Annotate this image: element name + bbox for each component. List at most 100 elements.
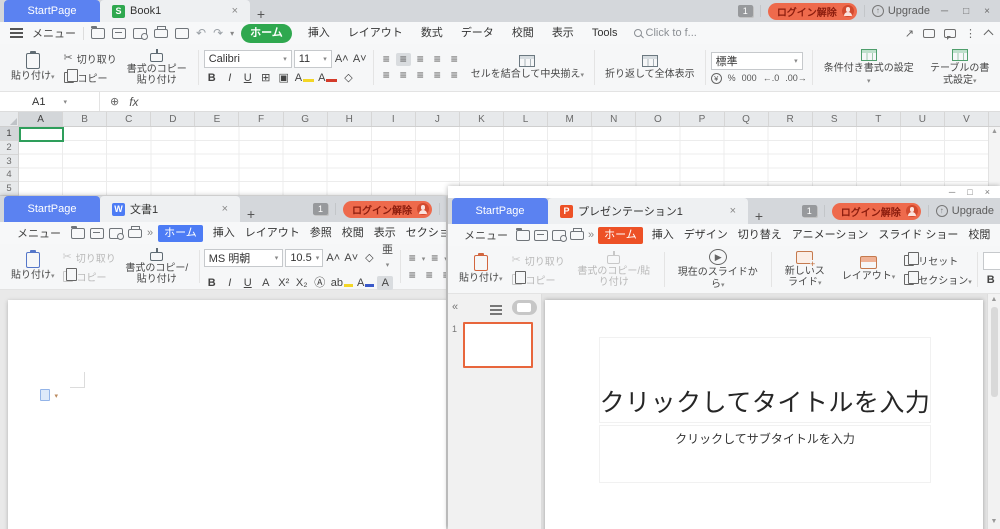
close-tab-icon[interactable]: × (208, 203, 228, 215)
column-header[interactable]: F (239, 112, 283, 126)
align-left-icon[interactable]: ≡ (405, 269, 420, 282)
title-placeholder-box[interactable]: クリックしてタイトルを入力 (599, 337, 931, 423)
section-button[interactable]: セクション▾ (904, 272, 972, 287)
superscript-button[interactable]: X² (276, 276, 292, 290)
tab-startpage[interactable]: StartPage (4, 0, 100, 22)
distribute-icon[interactable]: ≡ (447, 69, 462, 82)
ribbon-tab[interactable]: 表示 (369, 224, 401, 243)
play-from-current-button[interactable]: ▶現在のスライドから▾ (670, 248, 766, 291)
increase-decimal-icon[interactable]: .00→ (785, 73, 807, 83)
column-header[interactable]: M (548, 112, 592, 126)
tab-startpage[interactable]: StartPage (452, 198, 548, 224)
menu-icon[interactable] (10, 32, 23, 34)
notification-badge[interactable]: 1 (738, 5, 753, 17)
layout-button[interactable]: レイアウト▾ (837, 248, 901, 291)
ribbon-tab[interactable]: 参照 (305, 224, 337, 243)
tab-bunsho1[interactable]: W 文書1 × (100, 196, 240, 222)
percent-format-icon[interactable]: % (728, 73, 736, 83)
selected-cell-a1[interactable] (19, 127, 64, 142)
restore-button[interactable]: □ (959, 6, 973, 17)
numbered-list-icon[interactable]: ≡ (427, 252, 442, 265)
ribbon-tab[interactable]: 校閲 (337, 224, 369, 243)
column-header[interactable]: T (857, 112, 901, 126)
new-tab-button[interactable]: + (250, 6, 272, 22)
ribbon-tab[interactable]: 表示 (543, 24, 583, 43)
column-header[interactable]: G (284, 112, 328, 126)
bold-button[interactable]: B (983, 273, 999, 287)
ribbon-tab[interactable]: データ (452, 24, 503, 43)
logout-button[interactable]: ログイン解除 (343, 201, 432, 218)
cut-button[interactable]: ✂切り取り (63, 250, 116, 265)
align-right-icon[interactable]: ≡ (413, 69, 428, 82)
align-center-icon[interactable]: ≡ (396, 69, 411, 82)
font-color-button[interactable]: A (356, 276, 375, 290)
format-painter-button[interactable]: 書式のコピー/貼り付け (119, 246, 195, 287)
scrollbar-thumb[interactable] (991, 307, 998, 397)
ribbon-tab[interactable]: 挿入 (647, 226, 679, 245)
minimize-button[interactable]: ─ (937, 6, 952, 17)
open-icon[interactable] (91, 28, 105, 39)
column-header[interactable]: A (19, 112, 63, 126)
font-increase-button[interactable]: A˄ (334, 52, 350, 66)
new-tab-button[interactable]: + (240, 206, 262, 222)
subscript-button[interactable]: X₂ (294, 276, 310, 290)
print-preview-icon[interactable] (133, 28, 147, 39)
notification-badge[interactable]: 1 (313, 203, 328, 215)
tab-book1[interactable]: S Book1 × (100, 0, 250, 22)
slide-canvas[interactable]: クリックしてタイトルを入力 クリックしてサブタイトルを入力 (545, 300, 983, 529)
enclose-char-button[interactable]: Ⓐ (312, 276, 328, 290)
number-format-select[interactable]: 標準▾ (711, 52, 803, 70)
align-bottom-icon[interactable]: ≡ (413, 53, 428, 66)
ribbon-tab-home[interactable]: ホーム (241, 24, 292, 43)
share-icon[interactable]: ↗ (905, 27, 914, 40)
paste-options-icon[interactable] (40, 389, 50, 401)
menu-button[interactable]: メニュー (32, 25, 76, 41)
align-top-icon[interactable]: ≡ (379, 53, 394, 66)
ribbon-tab[interactable]: デザイン (679, 226, 733, 245)
upgrade-button[interactable]: ↑Upgrade (936, 205, 994, 217)
ribbon-tab[interactable]: 切り替え (733, 226, 787, 245)
copy-button[interactable]: コピー (63, 269, 116, 284)
save-icon[interactable] (112, 28, 126, 39)
indent-increase-icon[interactable]: ≡ (447, 53, 462, 66)
paste-button[interactable]: 貼り付け▾ (6, 246, 60, 287)
print-preview-icon[interactable] (109, 228, 123, 239)
char-shading-button[interactable]: A (377, 276, 393, 290)
slide-canvas-area[interactable]: クリックしてタイトルを入力 クリックしてサブタイトルを入力 ▲ ▼ (542, 294, 1000, 529)
redo-icon[interactable]: ↷ (213, 26, 223, 40)
italic-button[interactable]: I (222, 276, 238, 290)
ribbon-tab-home[interactable]: ホーム (158, 225, 203, 242)
column-header[interactable]: C (107, 112, 151, 126)
tab-presentation1[interactable]: P プレゼンテーション1 × (548, 198, 748, 224)
open-icon[interactable] (516, 230, 530, 241)
bold-button[interactable]: B (204, 276, 220, 290)
new-slide-button[interactable]: 新しいスライド▾ (777, 248, 833, 291)
ribbon-tab[interactable]: Tools (583, 24, 627, 43)
printer-icon[interactable] (154, 29, 168, 38)
align-right-icon[interactable]: ≡ (439, 269, 446, 282)
switch-view-icon[interactable] (923, 29, 935, 38)
tab-startpage[interactable]: StartPage (4, 196, 100, 222)
column-header[interactable]: N (592, 112, 636, 126)
minimize-button[interactable]: ─ (949, 187, 955, 197)
cut-button[interactable]: ✂切り取り (64, 51, 117, 66)
merge-center-button[interactable]: セルを結合して中央揃え▾ (466, 46, 589, 89)
close-button[interactable]: × (980, 6, 994, 17)
outline-view-icon[interactable] (490, 309, 502, 311)
insert-equation-icon[interactable]: ⊕ (110, 95, 119, 108)
font-size-select[interactable]: 11▾ (294, 50, 332, 68)
restore-button[interactable]: □ (967, 187, 972, 197)
row-header[interactable]: 1 (0, 127, 18, 141)
highlight-color-button[interactable]: A (294, 71, 315, 85)
row-header[interactable]: 4 (0, 168, 18, 182)
ribbon-tab[interactable]: 校閲 (503, 24, 543, 43)
ribbon-tab[interactable]: レイアウト (339, 24, 412, 43)
thousands-format-icon[interactable]: 000 (742, 73, 757, 83)
currency-format-icon[interactable]: ¥ (711, 73, 722, 84)
ribbon-tab[interactable]: 表示 (995, 226, 1000, 245)
paste-button[interactable]: 貼り付け▾ (454, 248, 508, 291)
clear-format-button[interactable]: ◇ (361, 251, 377, 265)
fx-icon[interactable]: fx (129, 95, 138, 109)
search-box[interactable]: Click to f... (634, 27, 697, 39)
select-all-corner[interactable] (0, 112, 19, 126)
